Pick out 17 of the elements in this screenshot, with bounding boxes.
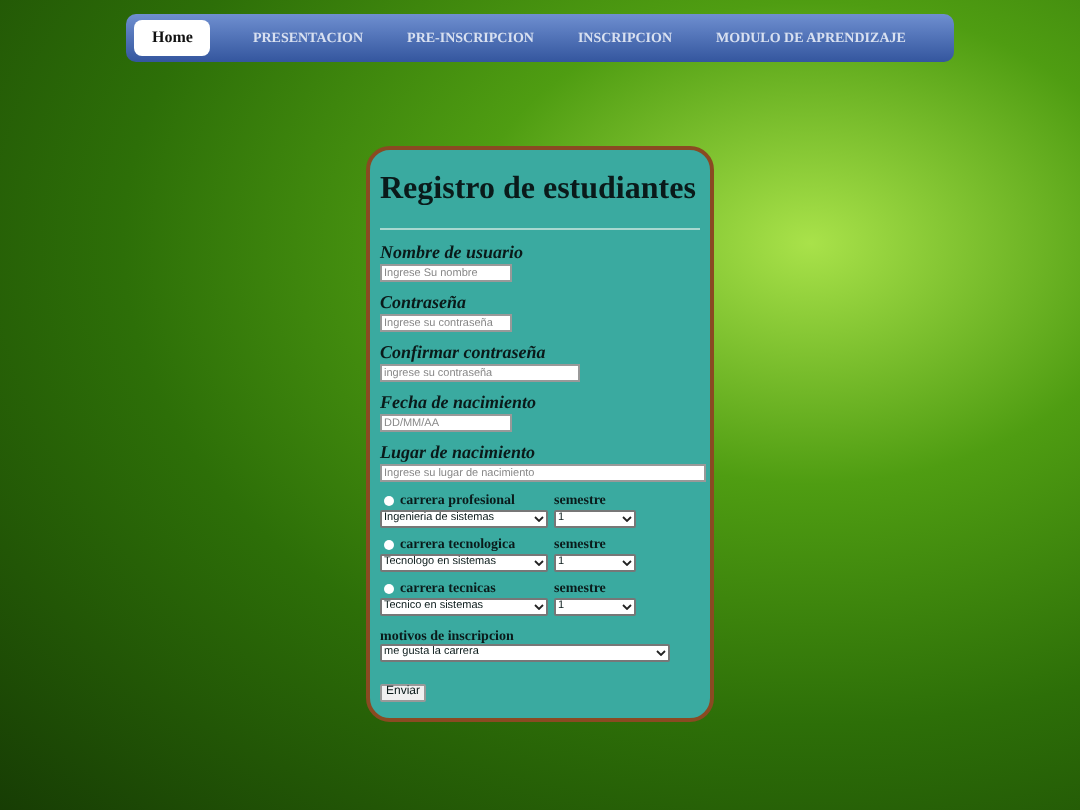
caret-icon (656, 650, 666, 656)
form-title: Registro de estudiantes (380, 170, 698, 210)
caret-icon (622, 560, 632, 566)
field-label: Fecha de nacimiento (380, 392, 538, 414)
caret-icon (534, 560, 544, 566)
caret-icon (622, 604, 632, 610)
field-label: Nombre de usuario (380, 242, 526, 264)
field-label: Lugar de nacimiento (380, 442, 538, 464)
radio-button[interactable] (384, 496, 394, 506)
radio-button[interactable] (384, 540, 394, 550)
caret-icon (622, 516, 632, 522)
field-label: Confirmar contraseña (380, 342, 548, 364)
caret-icon (534, 604, 544, 610)
nav-tab[interactable]: Home (134, 20, 211, 56)
field-label: Contraseña (380, 292, 469, 314)
caret-icon (534, 516, 544, 522)
radio-button[interactable] (384, 584, 394, 594)
